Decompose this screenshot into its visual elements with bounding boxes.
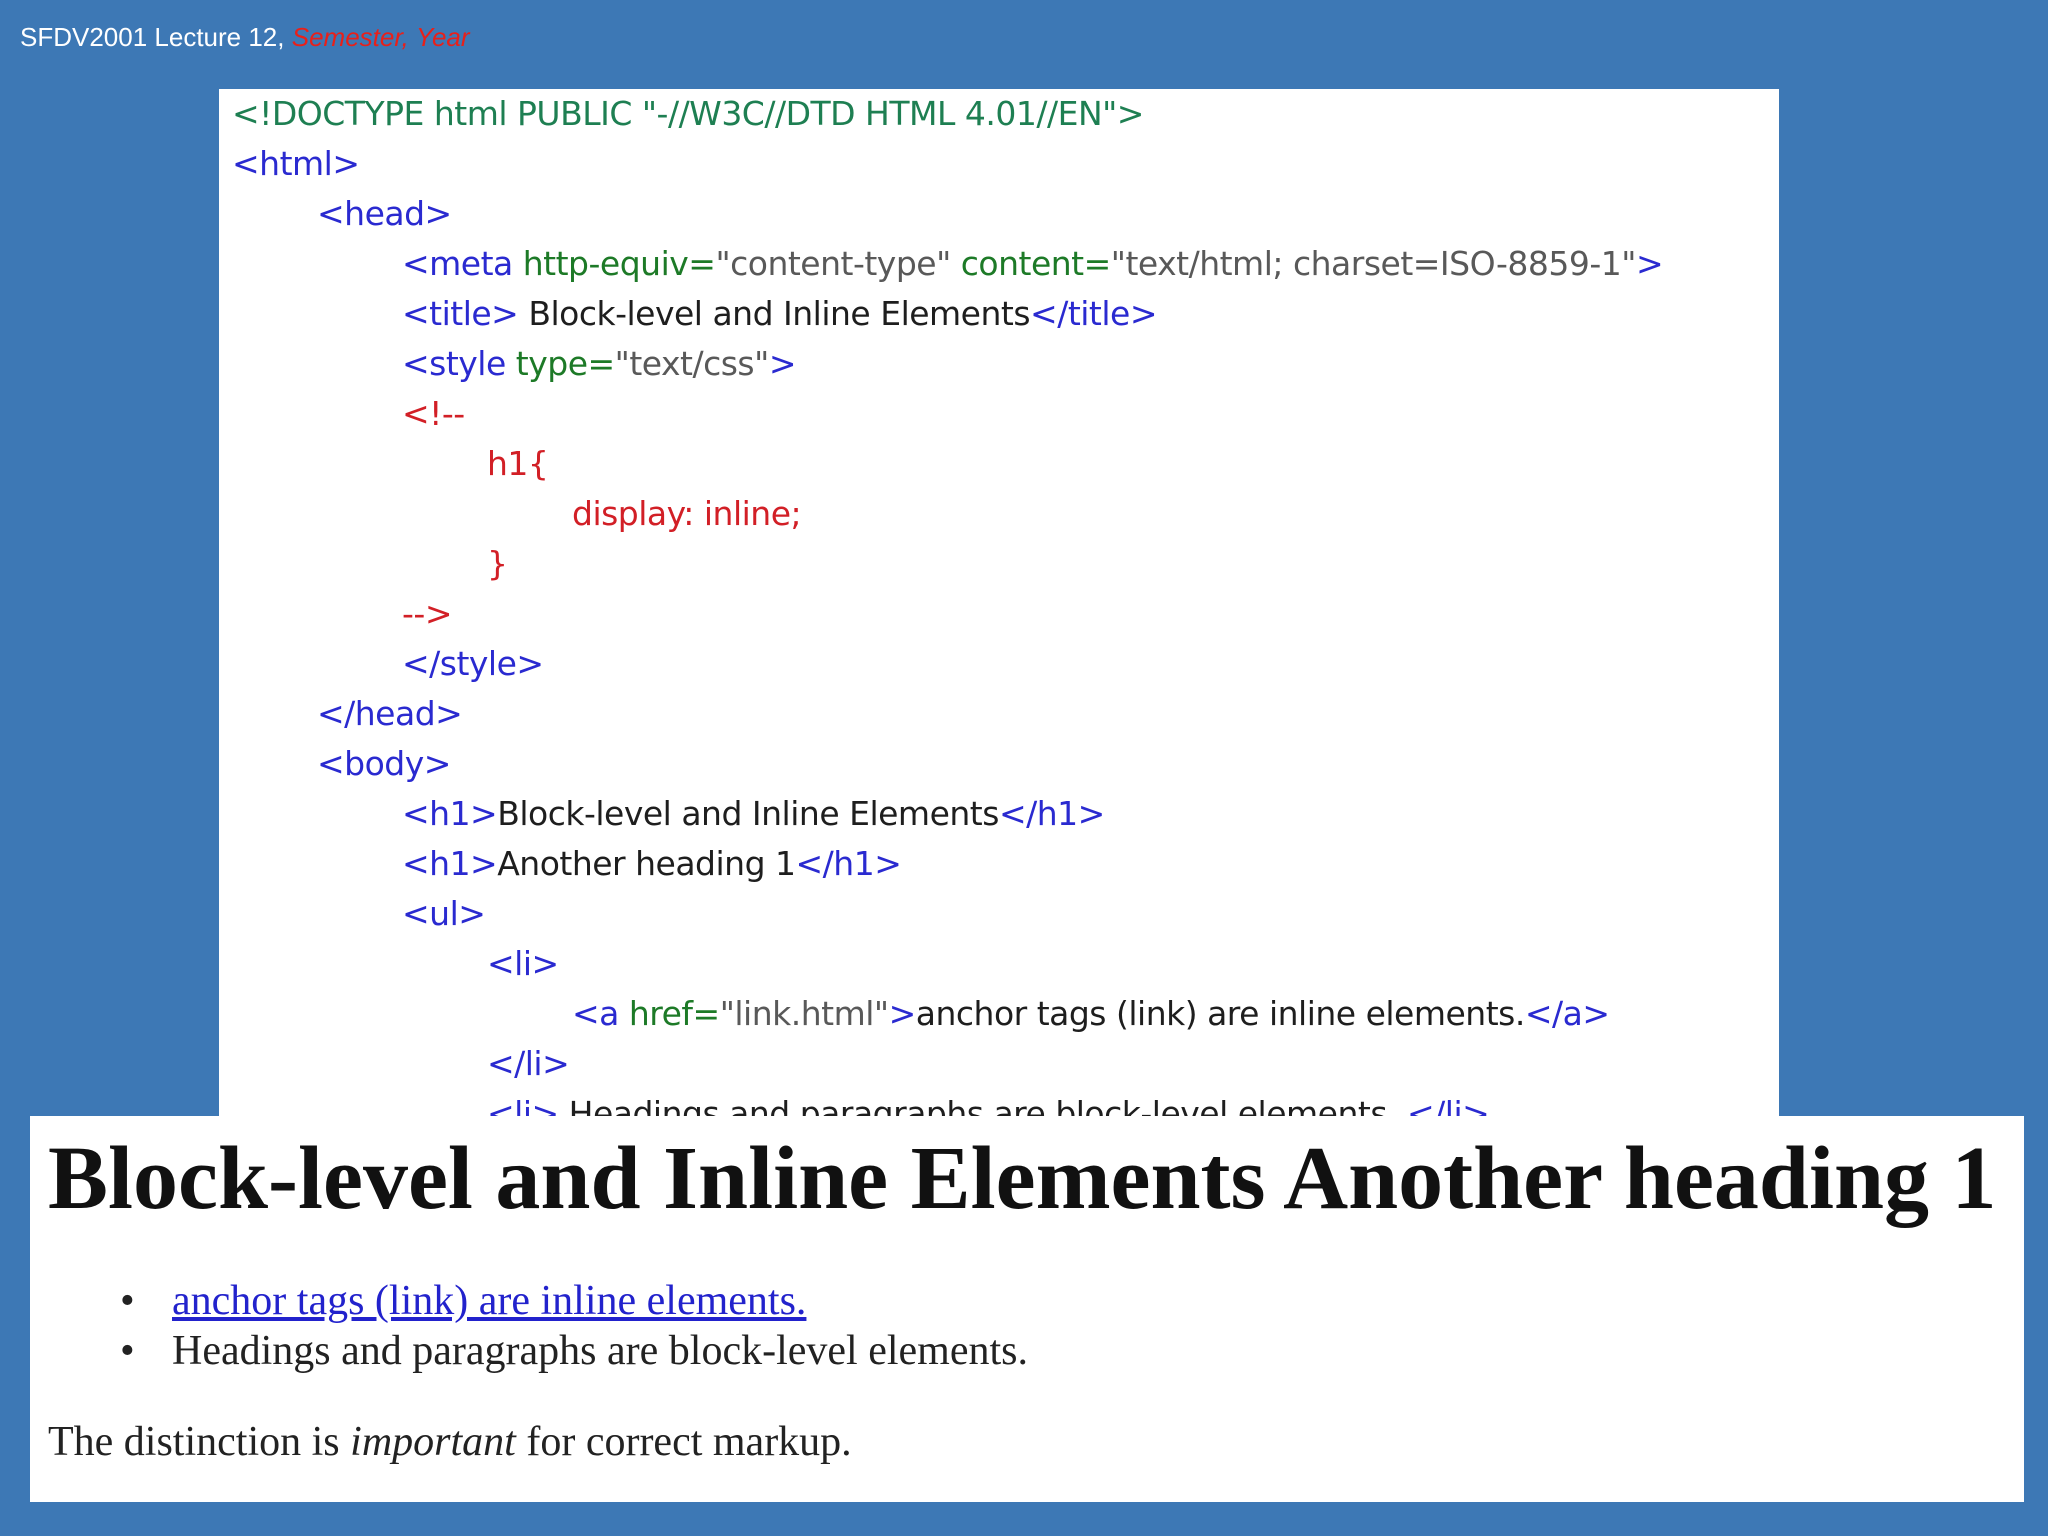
- code-line-comment-close: -->: [402, 594, 452, 633]
- rendered-list: • anchor tags (link) are inline elements.…: [120, 1276, 1028, 1376]
- code-line-comment-open: <!--: [402, 394, 465, 433]
- code-line-li-open: <li>: [487, 944, 559, 983]
- code-line-head-close: </head>: [317, 694, 463, 733]
- bullet-icon: •: [120, 1328, 135, 1374]
- code-line-doctype: <!DOCTYPE html PUBLIC "-//W3C//DTD HTML …: [232, 94, 1144, 133]
- emphasis-text: important: [350, 1419, 516, 1465]
- list-item: • anchor tags (link) are inline elements.: [120, 1276, 1028, 1326]
- code-line-anchor: <a href="link.html">anchor tags (link) a…: [572, 994, 1610, 1033]
- code-line-head-open: <head>: [317, 194, 452, 233]
- code-line-html-open: <html>: [232, 144, 360, 183]
- code-line-li-partial: <li> Headings and paragraphs are block-l…: [487, 1094, 1490, 1116]
- code-line-ul-open: <ul>: [402, 894, 486, 933]
- code-line-h1-second: <h1>Another heading 1</h1>: [402, 844, 902, 883]
- semester-label: Semester,: [291, 22, 409, 52]
- course-label: SFDV2001 Lecture 12,: [20, 22, 285, 52]
- code-line-css-selector: h1{: [487, 444, 549, 483]
- bullet-icon: •: [120, 1278, 135, 1324]
- code-line-css-close: }: [487, 544, 508, 583]
- code-line-title: <title> Block-level and Inline Elements<…: [402, 294, 1157, 333]
- code-line-h1-first: <h1>Block-level and Inline Elements</h1>: [402, 794, 1105, 833]
- rendered-page-preview: Block-level and Inline Elements Another …: [30, 1116, 2024, 1502]
- code-line-li-close: </li>: [487, 1044, 570, 1083]
- code-line-meta: <meta http-equiv="content-type" content=…: [402, 244, 1664, 283]
- code-line-style-open: <style type="text/css">: [402, 344, 796, 383]
- code-line-style-close: </style>: [402, 644, 544, 683]
- rendered-paragraph: The distinction is important for correct…: [48, 1419, 852, 1465]
- code-listing: <!DOCTYPE html PUBLIC "-//W3C//DTD HTML …: [219, 89, 1779, 1116]
- list-item: • Headings and paragraphs are block-level…: [120, 1326, 1028, 1376]
- slide-header: SFDV2001 Lecture 12, Semester, Year: [20, 22, 470, 53]
- list-item-text: Headings and paragraphs are block-level …: [172, 1328, 1028, 1374]
- code-line-css-declaration: display: inline;: [572, 494, 802, 533]
- anchor-link[interactable]: anchor tags (link) are inline elements.: [172, 1278, 806, 1324]
- rendered-heading: Block-level and Inline Elements Another …: [48, 1129, 1997, 1228]
- code-line-body-open: <body>: [317, 744, 451, 783]
- year-label: Year: [416, 22, 470, 52]
